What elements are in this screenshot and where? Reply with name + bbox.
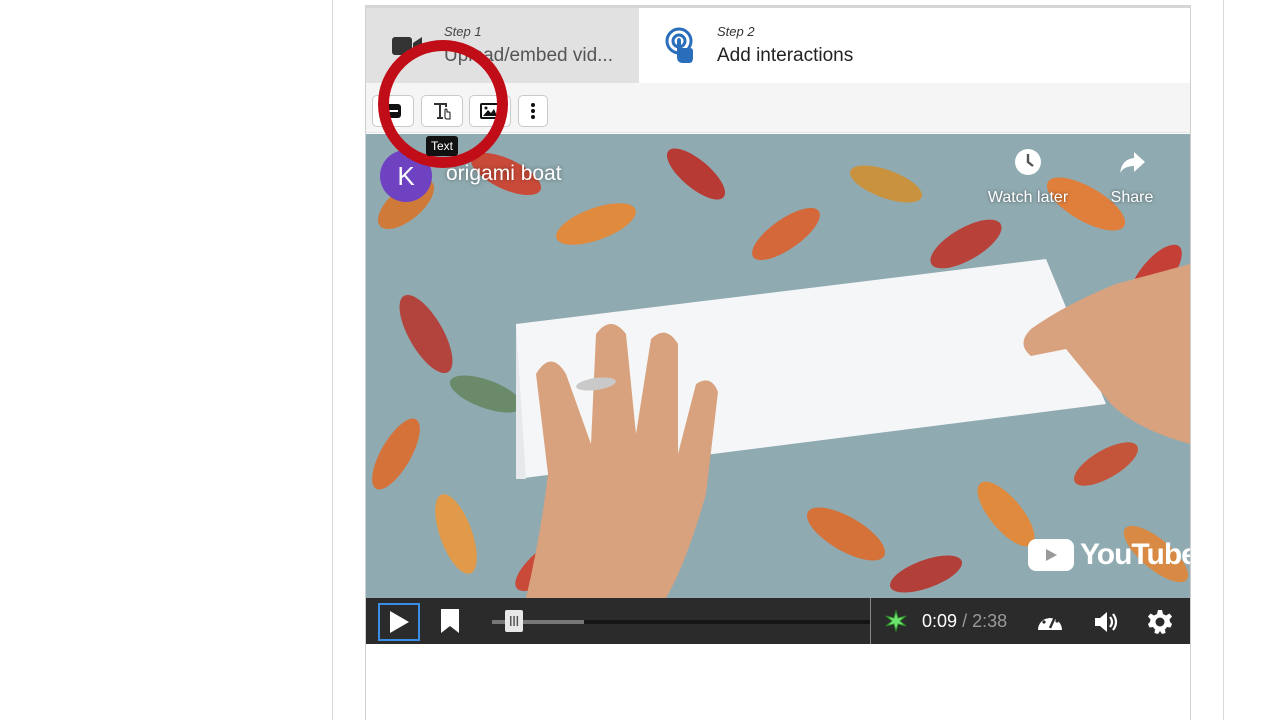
- video-title[interactable]: origami boat: [446, 162, 562, 186]
- time-separator: /: [962, 611, 968, 631]
- watch-later-label: Watch later: [987, 189, 1069, 206]
- more-icon: [531, 103, 535, 119]
- panel-border-left: [332, 0, 333, 720]
- playback-speed-icon[interactable]: [1036, 608, 1064, 636]
- time-display: 0:09 / 2:38: [922, 611, 1007, 632]
- share-button[interactable]: Share: [1102, 148, 1162, 207]
- video-player[interactable]: K origami boat Watch later Share YouTube…: [366, 134, 1190, 644]
- youtube-logo-text: YouTube: [1080, 538, 1190, 571]
- toolbar-tooltip: Text: [426, 136, 459, 156]
- share-label: Share: [1110, 189, 1154, 206]
- volume-icon[interactable]: [1092, 608, 1120, 636]
- seek-handle[interactable]: [504, 610, 523, 632]
- settings-gear-icon[interactable]: [1146, 608, 1174, 636]
- grip-icon: [509, 616, 518, 626]
- current-time: 0:09: [922, 611, 958, 631]
- step-2-label: Add interactions: [717, 45, 854, 66]
- touch-icon: [665, 27, 693, 63]
- step-2-number: Step 2: [717, 24, 755, 39]
- play-icon: [390, 611, 409, 633]
- duration: 2:38: [972, 611, 1008, 631]
- seek-bar[interactable]: [492, 620, 870, 624]
- step-2-tab[interactable]: Step 2 Add interactions: [639, 8, 915, 83]
- more-button[interactable]: [518, 95, 548, 127]
- star-burst-icon[interactable]: [885, 610, 907, 632]
- watch-later-button[interactable]: Watch later: [978, 148, 1078, 207]
- play-button[interactable]: [378, 603, 420, 641]
- page: Step 1 Upload/embed vid... Step 2 Add in…: [0, 0, 1280, 720]
- panel-border-right: [1223, 0, 1224, 720]
- bookmark-icon[interactable]: [440, 608, 460, 634]
- controls-divider: [870, 598, 871, 644]
- youtube-logo[interactable]: YouTube: [1028, 538, 1190, 572]
- youtube-play-icon: [1028, 539, 1074, 571]
- clock-icon: [1015, 149, 1041, 175]
- share-icon: [1120, 152, 1145, 173]
- step-1-number: Step 1: [444, 24, 482, 39]
- player-controls: 0:09 / 2:38: [366, 598, 1190, 644]
